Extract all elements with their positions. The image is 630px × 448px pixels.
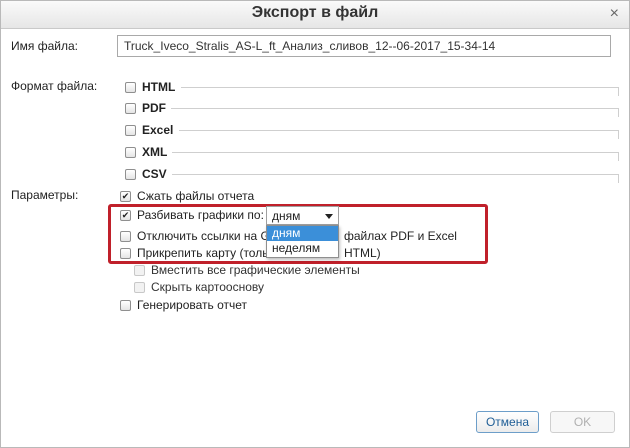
dropdown-arrow-icon[interactable] — [325, 214, 333, 219]
format-divider — [172, 152, 619, 161]
pdf-checkbox[interactable] — [125, 103, 136, 114]
csv-checkbox[interactable] — [125, 169, 136, 180]
format-option-csv[interactable]: CSV — [125, 167, 619, 183]
ok-button[interactable]: OK — [550, 411, 615, 433]
hide-basemap-label: Скрыть картооснову — [151, 280, 265, 294]
hide-basemap-checkbox — [134, 282, 145, 293]
dropdown-option-weeks[interactable]: неделям — [267, 241, 338, 256]
generate-report-checkbox[interactable] — [120, 300, 131, 311]
format-option-label: XML — [142, 145, 168, 159]
dialog-title: Экспорт в файл — [251, 4, 379, 21]
attach-map-checkbox[interactable] — [120, 248, 131, 259]
format-option-label: Excel — [142, 123, 174, 137]
format-option-label: HTML — [142, 80, 176, 94]
format-divider — [172, 174, 619, 183]
split-period-value: дням — [272, 209, 301, 223]
format-divider — [181, 87, 619, 96]
format-option-label: PDF — [142, 101, 166, 115]
format-option-label: CSV — [142, 167, 167, 181]
disable-links-checkbox[interactable] — [120, 231, 131, 242]
compress-label: Сжать файлы отчета — [137, 189, 255, 203]
parameters-label: Параметры: — [11, 188, 79, 202]
xml-checkbox[interactable] — [125, 147, 136, 158]
attach-map-label: Прикрепить карту (толь — [137, 246, 269, 260]
file-name-label: Имя файла: — [11, 39, 78, 53]
excel-checkbox[interactable] — [125, 125, 136, 136]
dialog-titlebar: Экспорт в файл × — [1, 1, 629, 29]
format-option-excel[interactable]: Excel — [125, 123, 619, 139]
fit-graphics-label: Вместить все графические элементы — [151, 263, 360, 277]
generate-report-label: Генерировать отчет — [137, 298, 248, 312]
file-format-label: Формат файла: — [11, 79, 98, 93]
close-icon[interactable]: × — [610, 5, 619, 23]
export-dialog: Экспорт в файл × Имя файла: Формат файла… — [0, 0, 630, 448]
format-option-xml[interactable]: XML — [125, 145, 619, 161]
split-period-dropdown: дням неделям — [266, 225, 339, 258]
format-option-pdf[interactable]: PDF — [125, 101, 619, 117]
dropdown-option-days[interactable]: дням — [267, 226, 338, 241]
fit-graphics-checkbox — [134, 265, 145, 276]
format-divider — [179, 130, 619, 139]
split-graphs-checkbox[interactable] — [120, 210, 131, 221]
split-period-select[interactable]: дням — [266, 206, 339, 225]
cancel-button[interactable]: Отмена — [476, 411, 539, 433]
disable-links-label: Отключить ссылки на G — [137, 229, 270, 243]
file-name-input[interactable] — [117, 35, 611, 57]
html-checkbox[interactable] — [125, 82, 136, 93]
compress-checkbox[interactable] — [120, 191, 131, 202]
split-graphs-label: Разбивать графики по: — [137, 208, 264, 222]
format-divider — [171, 108, 619, 117]
format-option-html[interactable]: HTML — [125, 80, 619, 96]
attach-map-label-tail: HTML) — [344, 246, 381, 260]
disable-links-label-tail: файлах PDF и Excel — [344, 229, 457, 243]
